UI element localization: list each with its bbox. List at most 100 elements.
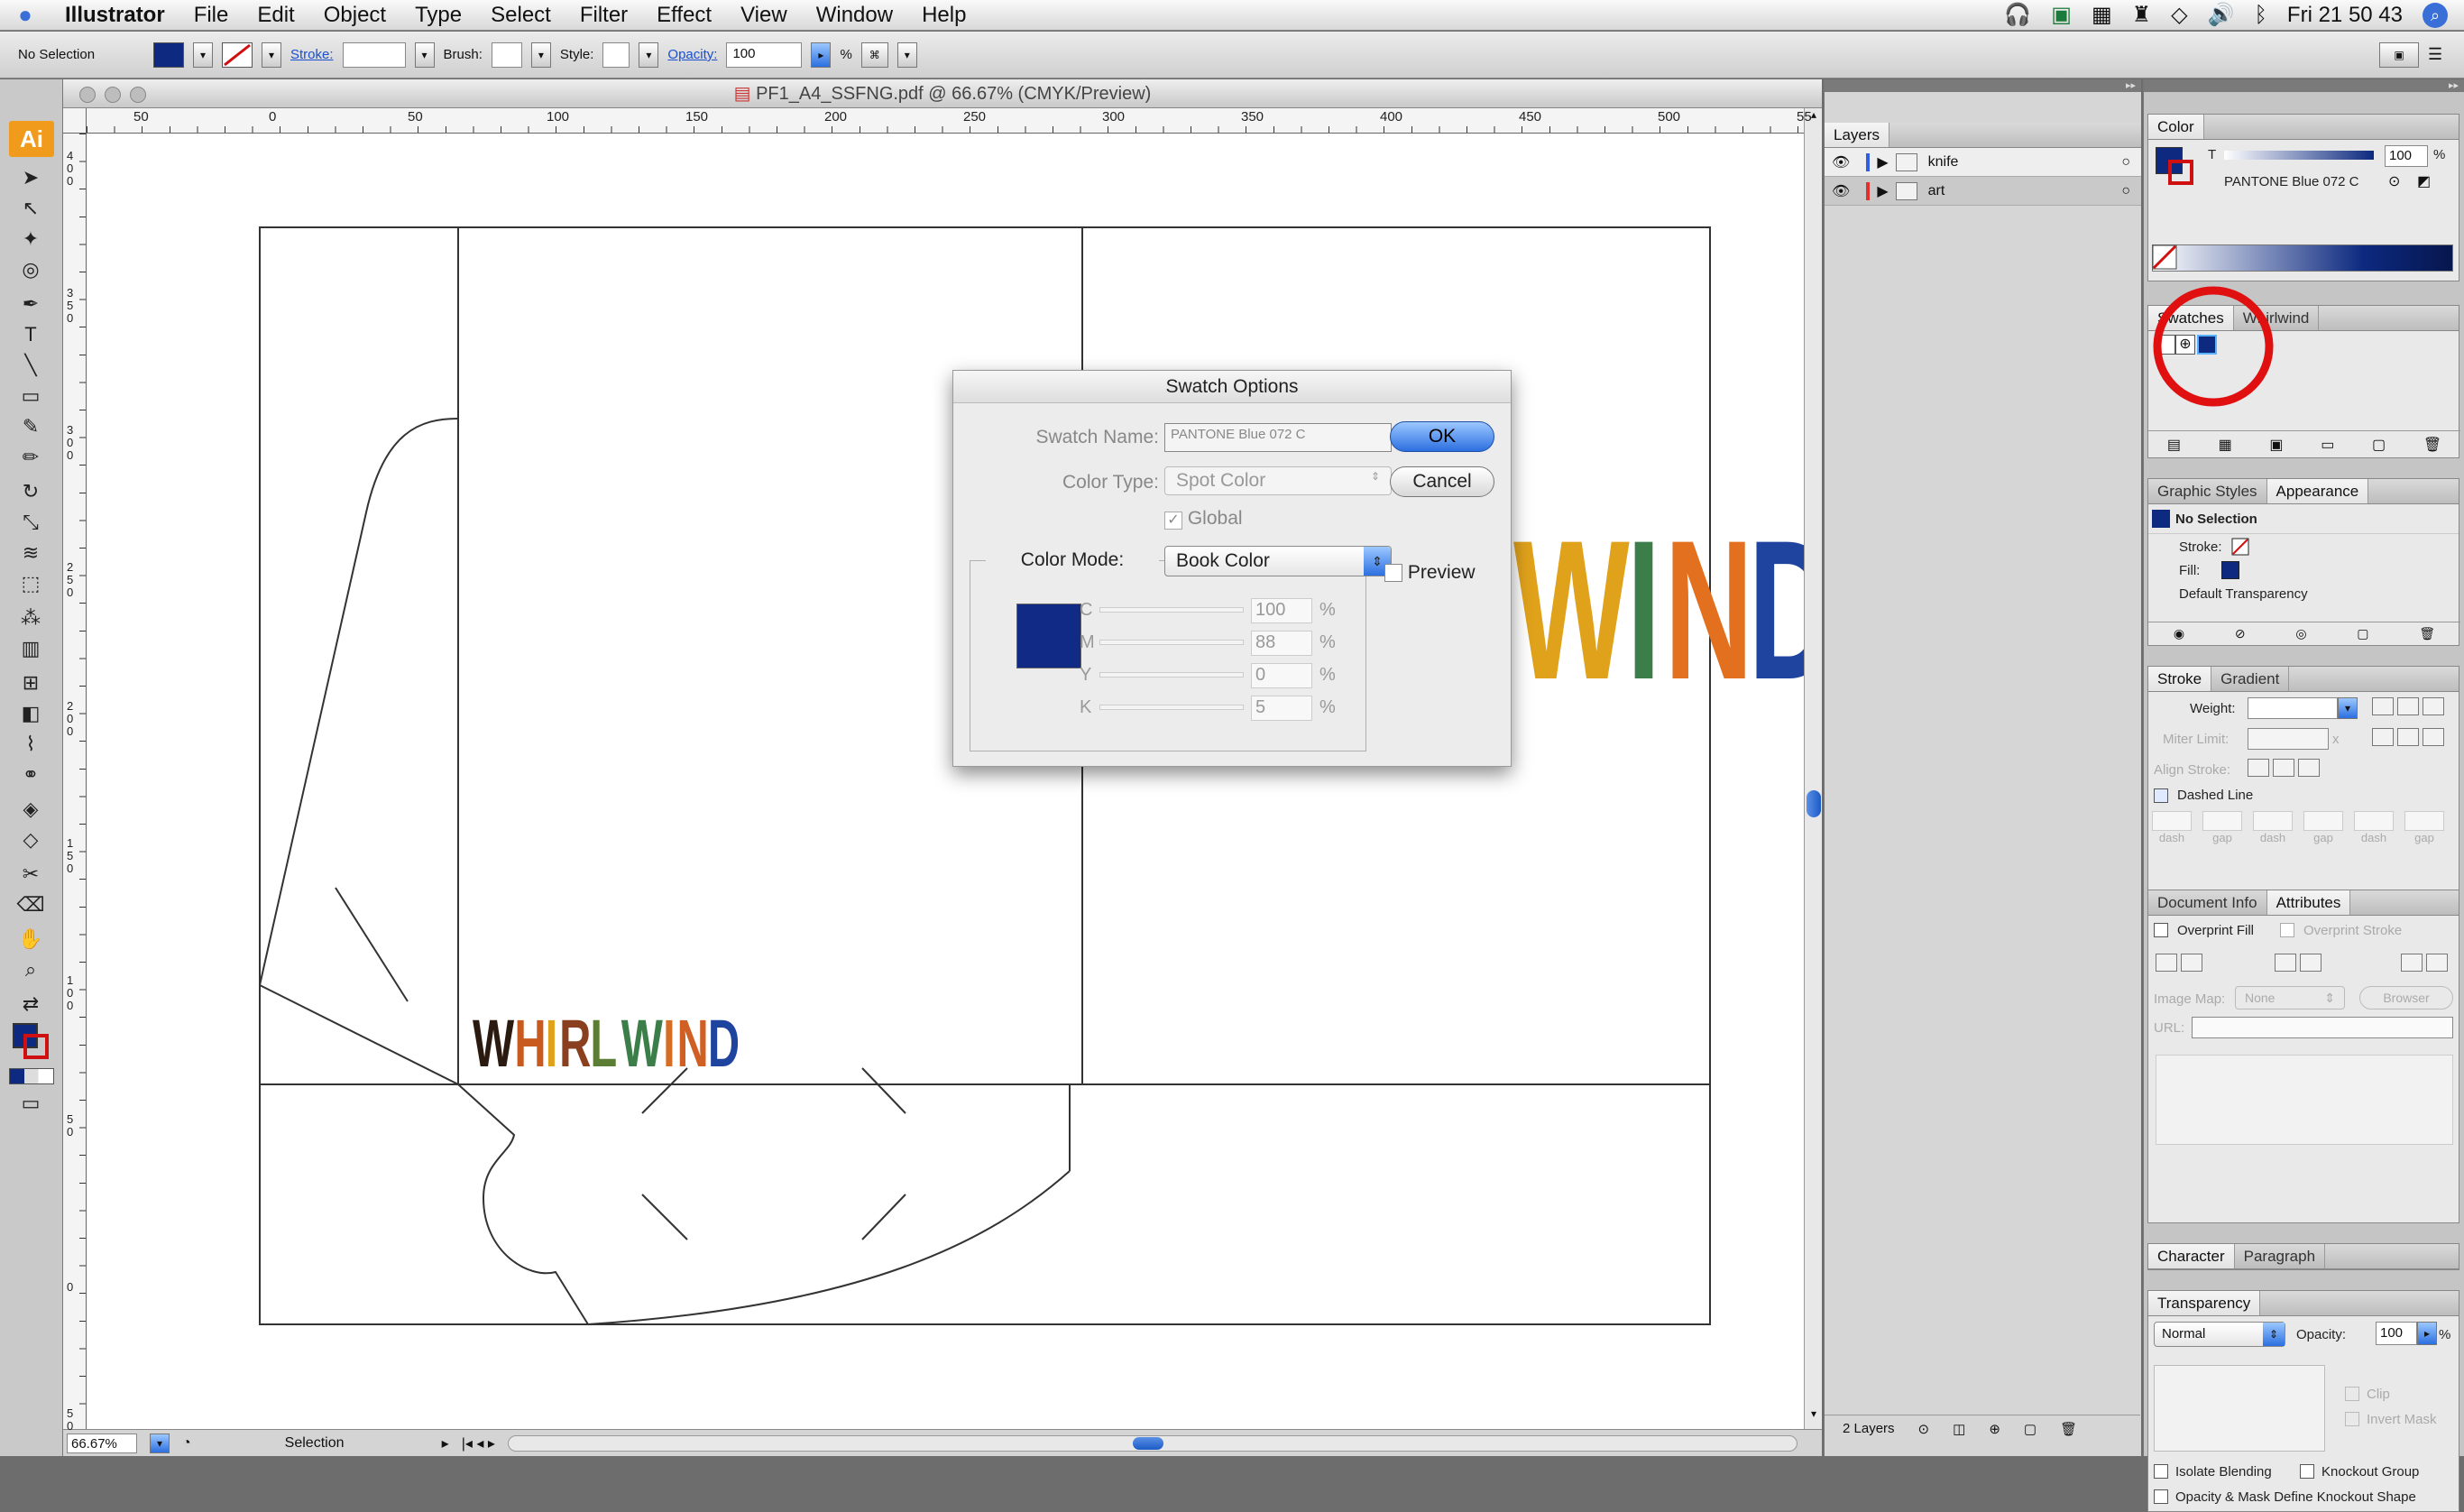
stroke-dropdown[interactable]: ▾ bbox=[262, 41, 281, 68]
trash-icon[interactable]: 🗑 bbox=[2060, 1421, 2077, 1437]
gradient-tool-icon[interactable]: ◧ bbox=[14, 700, 47, 727]
menu-edit[interactable]: Edit bbox=[243, 0, 308, 31]
layer-name[interactable]: knife bbox=[1928, 154, 2115, 171]
panel-menu-icon[interactable]: ☰ bbox=[2428, 45, 2464, 64]
horizontal-scroll-thumb[interactable] bbox=[1132, 1436, 1163, 1450]
recolor-icon[interactable]: ⌘ bbox=[860, 41, 888, 68]
mesh-tool-icon[interactable]: ⊞ bbox=[14, 669, 47, 696]
new-swatch-icon[interactable]: ▢ bbox=[2372, 436, 2386, 454]
dash-field[interactable]: dash bbox=[2354, 811, 2394, 844]
volume-icon[interactable]: 🔊 bbox=[2208, 2, 2235, 28]
tint-slider[interactable] bbox=[2224, 151, 2374, 160]
tint-field[interactable]: 100 bbox=[2385, 145, 2428, 167]
style-field[interactable] bbox=[602, 41, 630, 68]
selection-tool-icon[interactable]: ➤ bbox=[14, 164, 47, 191]
preview-checkbox[interactable]: Preview bbox=[1384, 562, 1476, 584]
appearance-fill-row[interactable]: Fill: bbox=[2148, 556, 2459, 579]
scale-tool-icon[interactable]: ⤡ bbox=[14, 509, 47, 536]
align-stroke-buttons[interactable] bbox=[2248, 759, 2323, 777]
zoom-field[interactable]: 66.67% bbox=[67, 1433, 137, 1453]
cancel-button[interactable]: Cancel bbox=[1390, 466, 1494, 497]
fill-stroke-swatch-icon[interactable] bbox=[13, 1023, 49, 1059]
make-clipping-mask-icon[interactable]: ◫ bbox=[1953, 1421, 1965, 1437]
pen-tool-icon[interactable]: ✒ bbox=[14, 290, 47, 318]
channel-value[interactable]: 100 bbox=[1251, 598, 1312, 623]
stroke-weight-dropdown[interactable]: ▾ bbox=[414, 41, 435, 68]
style-dropdown[interactable]: ▾ bbox=[639, 41, 659, 68]
brush-field[interactable] bbox=[491, 41, 522, 68]
layer-row[interactable]: 👁 ▶ art ○ bbox=[1825, 177, 2141, 206]
tab-layers[interactable]: Layers bbox=[1825, 123, 1890, 147]
tab-stroke[interactable]: Stroke bbox=[2148, 667, 2212, 691]
tab-character[interactable]: Character bbox=[2148, 1244, 2235, 1268]
close-window-icon[interactable] bbox=[79, 87, 96, 103]
out-of-gamut-icon[interactable]: ◩ bbox=[2417, 172, 2431, 190]
visibility-eye-icon[interactable]: 👁 bbox=[1832, 182, 1850, 200]
opacity-dropdown[interactable]: ▸ bbox=[811, 41, 832, 68]
rectangle-tool-icon[interactable]: ▭ bbox=[14, 383, 47, 410]
binoculars-icon[interactable]: ♜ bbox=[2132, 2, 2152, 28]
screen-mode-icon[interactable]: ▭ bbox=[14, 1090, 47, 1117]
duplicate-item-icon[interactable]: ▢ bbox=[2357, 626, 2368, 641]
channel-slider[interactable] bbox=[1099, 640, 1244, 645]
live-paint-selection-icon[interactable]: ◇ bbox=[14, 826, 47, 853]
paintbrush-icon[interactable]: ✎ bbox=[14, 413, 47, 440]
cmyk-row-m[interactable]: M 88% bbox=[1080, 631, 1359, 658]
appearance-transparency[interactable]: Default Transparency bbox=[2148, 579, 2459, 602]
trash-icon[interactable]: 🗑 bbox=[2419, 626, 2435, 641]
color-mode-select[interactable]: Book Color ⇕ bbox=[1164, 546, 1392, 576]
new-layer-icon[interactable]: ▢ bbox=[2024, 1421, 2036, 1437]
cmyk-row-y[interactable]: Y 0% bbox=[1080, 663, 1359, 690]
channel-value[interactable]: 88 bbox=[1251, 631, 1312, 656]
layers-dock-bar[interactable]: ▸▸ bbox=[1825, 79, 2141, 92]
magic-wand-icon[interactable]: ✦ bbox=[14, 226, 47, 253]
locate-object-icon[interactable]: ⊙ bbox=[1918, 1421, 1930, 1437]
browser-button[interactable]: Browser bbox=[2359, 986, 2453, 1010]
status-text[interactable]: Selection bbox=[204, 1435, 348, 1452]
tab-graphic-styles[interactable]: Graphic Styles bbox=[2148, 479, 2267, 503]
stroke-swatch[interactable] bbox=[222, 41, 253, 68]
menu-select[interactable]: Select bbox=[476, 0, 565, 31]
target-circle-icon[interactable]: ○ bbox=[2121, 154, 2141, 171]
default-colors-icon[interactable]: ⇄ bbox=[14, 991, 47, 1018]
artboard-nav-icons[interactable]: |◂ ◂ ▸ bbox=[462, 1434, 495, 1452]
knockout-group-checkbox[interactable]: Knockout Group bbox=[2300, 1464, 2419, 1480]
cmyk-row-k[interactable]: K 5% bbox=[1080, 696, 1359, 723]
url-field[interactable] bbox=[2192, 1017, 2453, 1038]
image-map-select[interactable]: None ⇕ bbox=[2235, 986, 2345, 1010]
channel-value[interactable]: 5 bbox=[1251, 696, 1312, 721]
rotate-tool-icon[interactable]: ↻ bbox=[14, 478, 47, 505]
dashed-line-checkbox[interactable]: Dashed Line bbox=[2154, 788, 2253, 803]
zoom-tool-icon[interactable]: ⌕ bbox=[14, 956, 47, 983]
vertical-scrollbar[interactable]: ▴ ▾ bbox=[1804, 108, 1822, 1429]
calendar-icon[interactable]: ▦ bbox=[2092, 2, 2112, 28]
channel-value[interactable]: 0 bbox=[1251, 663, 1312, 688]
cmyk-row-c[interactable]: C 100% bbox=[1080, 598, 1359, 625]
artboard-canvas[interactable]: WHIRLWIND WIND bbox=[87, 134, 1837, 1429]
overprint-stroke-checkbox[interactable]: Overprint Stroke bbox=[2280, 923, 2402, 938]
type-tool-icon[interactable]: T bbox=[14, 321, 47, 348]
opacity-mask-thumbnail[interactable] bbox=[2154, 1365, 2325, 1452]
tab-paragraph[interactable]: Paragraph bbox=[2235, 1244, 2326, 1268]
symbol-sprayer-icon[interactable]: ⁂ bbox=[14, 604, 47, 632]
pencil-icon[interactable]: ✏ bbox=[14, 444, 47, 471]
right-dock-bar[interactable]: ▸▸ bbox=[2144, 79, 2464, 92]
channel-slider[interactable] bbox=[1099, 607, 1244, 613]
swatch-name-field[interactable]: PANTONE Blue 072 C bbox=[1164, 423, 1392, 452]
headphones-icon[interactable]: 🎧 bbox=[2004, 2, 2031, 28]
color-type-select[interactable]: Spot Color ⇕ bbox=[1164, 466, 1392, 495]
ok-button[interactable]: OK bbox=[1390, 421, 1494, 452]
opacity-label[interactable]: Opacity: bbox=[667, 47, 717, 62]
live-paint-icon[interactable]: ◈ bbox=[14, 796, 47, 823]
new-sublayer-icon[interactable]: ⊕ bbox=[1989, 1421, 2000, 1437]
status-dropdown-icon[interactable]: ◔ bbox=[182, 1435, 191, 1452]
expand-arrow-icon[interactable]: ▶ bbox=[1877, 153, 1888, 171]
clip-checkbox[interactable]: Clip bbox=[2345, 1387, 2390, 1402]
graph-tool-icon[interactable]: ▥ bbox=[14, 635, 47, 662]
center-buttons[interactable] bbox=[2156, 954, 2206, 972]
fill-dropdown[interactable]: ▾ bbox=[193, 41, 213, 68]
menu-window[interactable]: Window bbox=[802, 0, 907, 31]
tab-gradient[interactable]: Gradient bbox=[2211, 667, 2290, 691]
dash-field[interactable]: gap bbox=[2303, 811, 2343, 844]
recolor-dropdown[interactable]: ▾ bbox=[896, 41, 917, 68]
